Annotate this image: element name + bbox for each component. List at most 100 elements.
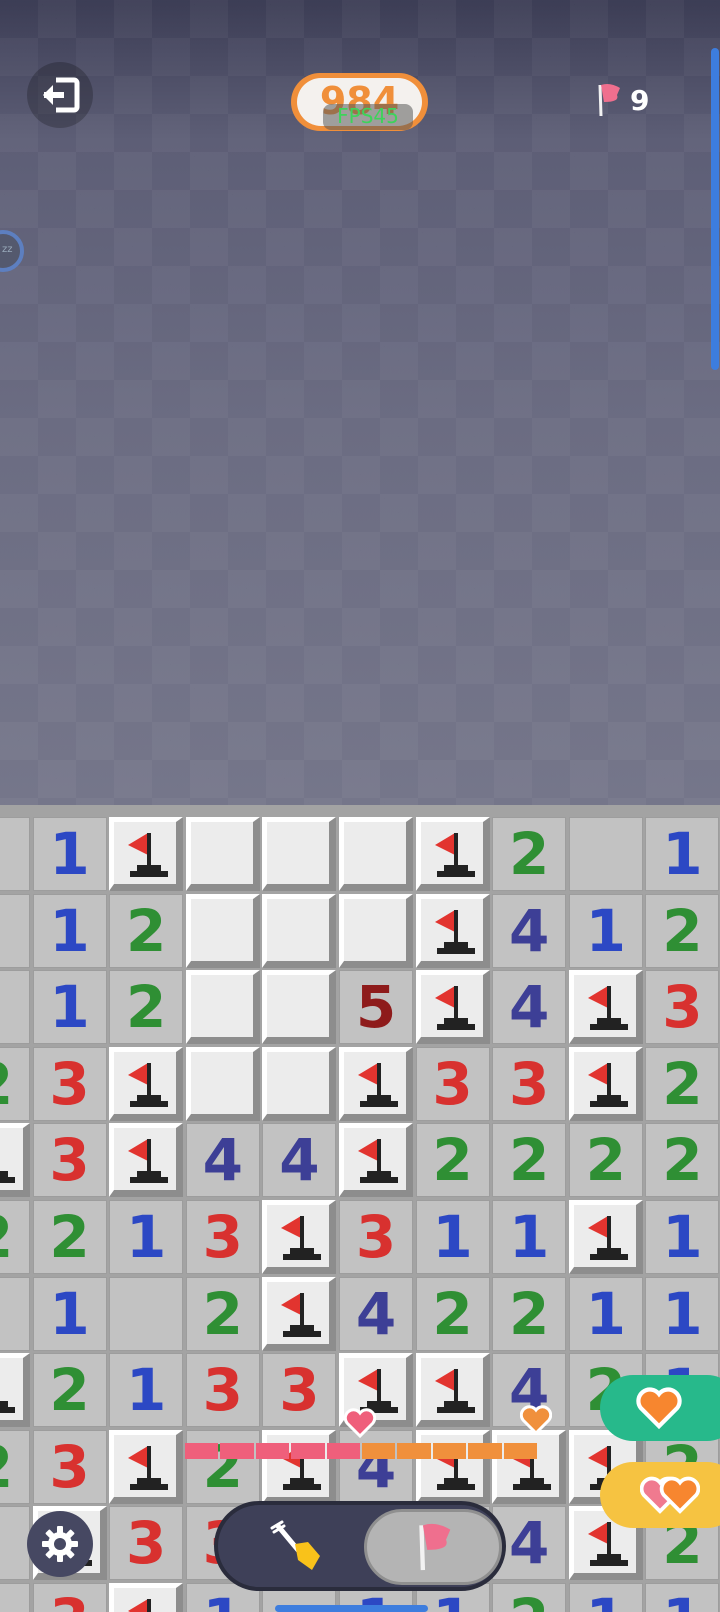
hidden-cell[interactable]: [262, 970, 337, 1045]
flagged-cell[interactable]: [339, 1123, 413, 1198]
orange-heart-reaction[interactable]: [600, 1375, 720, 1441]
number-cell[interactable]: 1: [568, 1276, 643, 1351]
number-cell[interactable]: 3: [185, 1353, 260, 1428]
number-cell[interactable]: 1: [109, 1353, 184, 1428]
number-cell[interactable]: 3: [185, 1200, 260, 1274]
empty-cell[interactable]: [0, 1276, 30, 1351]
flagged-cell[interactable]: [0, 1353, 30, 1428]
number-cell[interactable]: 2: [32, 1353, 107, 1428]
flagged-cell[interactable]: [568, 1046, 643, 1121]
flagged-cell[interactable]: [109, 1429, 184, 1504]
cell-number: 3: [49, 1126, 90, 1195]
flagged-cell[interactable]: [109, 1123, 184, 1198]
number-cell[interactable]: 1: [645, 1276, 720, 1351]
number-cell[interactable]: 3: [32, 1429, 107, 1504]
empty-cell[interactable]: [109, 1276, 184, 1351]
number-cell[interactable]: 3: [32, 1583, 107, 1612]
number-cell[interactable]: 1: [645, 1583, 720, 1612]
empty-cell[interactable]: [0, 817, 30, 891]
number-cell[interactable]: 1: [645, 817, 720, 891]
flagged-cell[interactable]: [109, 1583, 184, 1612]
hidden-cell[interactable]: [185, 893, 260, 968]
hidden-cell[interactable]: [262, 1046, 337, 1121]
number-cell[interactable]: 4: [492, 893, 567, 968]
scrollbar[interactable]: [711, 48, 719, 370]
hidden-cell[interactable]: [185, 817, 260, 891]
flagged-cell[interactable]: [568, 970, 643, 1045]
flagged-cell[interactable]: [339, 1046, 413, 1121]
hidden-cell[interactable]: [339, 817, 413, 891]
dig-flag-toggle[interactable]: [214, 1501, 506, 1591]
exit-button[interactable]: [27, 62, 93, 128]
number-cell[interactable]: 1: [32, 817, 107, 891]
number-cell[interactable]: 4: [262, 1123, 337, 1198]
number-cell[interactable]: 2: [109, 893, 184, 968]
flagged-cell[interactable]: [415, 970, 490, 1045]
flagged-cell[interactable]: [262, 1429, 337, 1504]
flagged-cell[interactable]: [262, 1276, 337, 1351]
number-cell[interactable]: 1: [32, 1276, 107, 1351]
flagged-cell[interactable]: [0, 1123, 30, 1198]
number-cell[interactable]: 3: [415, 1046, 490, 1121]
hidden-cell[interactable]: [339, 893, 413, 968]
flag-mode-button[interactable]: [364, 1509, 502, 1585]
number-cell[interactable]: 2: [492, 1583, 567, 1612]
empty-cell[interactable]: [0, 893, 30, 968]
number-cell[interactable]: 2: [0, 1046, 30, 1121]
number-cell[interactable]: 2: [415, 1276, 490, 1351]
number-cell[interactable]: 2: [32, 1200, 107, 1274]
hidden-cell[interactable]: [262, 893, 337, 968]
number-cell[interactable]: 2: [185, 1429, 260, 1504]
empty-cell[interactable]: [0, 1506, 30, 1581]
double-heart-reaction[interactable]: [600, 1462, 720, 1528]
number-cell[interactable]: 1: [109, 1200, 184, 1274]
number-cell[interactable]: 1: [645, 1200, 720, 1274]
number-cell[interactable]: 1: [492, 1200, 567, 1274]
empty-cell[interactable]: [0, 1583, 30, 1612]
number-cell[interactable]: 1: [568, 1583, 643, 1612]
flagged-cell[interactable]: [415, 1353, 490, 1428]
number-cell[interactable]: 2: [568, 1123, 643, 1198]
number-cell[interactable]: 3: [32, 1046, 107, 1121]
number-cell[interactable]: 1: [32, 893, 107, 968]
flagged-cell[interactable]: [109, 817, 184, 891]
flagged-cell[interactable]: [415, 1429, 490, 1504]
number-cell[interactable]: 4: [492, 970, 567, 1045]
number-cell[interactable]: 4: [185, 1123, 260, 1198]
number-cell[interactable]: 2: [645, 893, 720, 968]
number-cell[interactable]: 3: [645, 970, 720, 1045]
number-cell[interactable]: 1: [568, 893, 643, 968]
flagged-cell[interactable]: [568, 1200, 643, 1274]
number-cell[interactable]: 2: [0, 1200, 30, 1274]
number-cell[interactable]: 1: [32, 970, 107, 1045]
empty-cell[interactable]: [0, 970, 30, 1045]
number-cell[interactable]: 2: [645, 1046, 720, 1121]
flagged-cell[interactable]: [415, 817, 490, 891]
number-cell[interactable]: 5: [339, 970, 413, 1045]
number-cell[interactable]: 2: [415, 1123, 490, 1198]
number-cell[interactable]: 1: [415, 1200, 490, 1274]
flagged-cell[interactable]: [492, 1429, 567, 1504]
hidden-cell[interactable]: [185, 970, 260, 1045]
number-cell[interactable]: 2: [109, 970, 184, 1045]
settings-button[interactable]: [27, 1511, 93, 1577]
empty-cell[interactable]: [568, 817, 643, 891]
number-cell[interactable]: 3: [492, 1046, 567, 1121]
number-cell[interactable]: 3: [339, 1200, 413, 1274]
number-cell[interactable]: 2: [492, 817, 567, 891]
number-cell[interactable]: 3: [262, 1353, 337, 1428]
flagged-cell[interactable]: [262, 1200, 337, 1274]
number-cell[interactable]: 3: [32, 1123, 107, 1198]
number-cell[interactable]: 3: [109, 1506, 184, 1581]
number-cell[interactable]: 2: [645, 1123, 720, 1198]
number-cell[interactable]: 2: [0, 1429, 30, 1504]
flagged-cell[interactable]: [109, 1046, 184, 1121]
hidden-cell[interactable]: [262, 817, 337, 891]
hidden-cell[interactable]: [185, 1046, 260, 1121]
number-cell[interactable]: 2: [492, 1123, 567, 1198]
number-cell[interactable]: 2: [492, 1276, 567, 1351]
number-cell[interactable]: 2: [185, 1276, 260, 1351]
dig-mode-button[interactable]: [258, 1515, 338, 1581]
number-cell[interactable]: 4: [339, 1276, 413, 1351]
flagged-cell[interactable]: [415, 893, 490, 968]
